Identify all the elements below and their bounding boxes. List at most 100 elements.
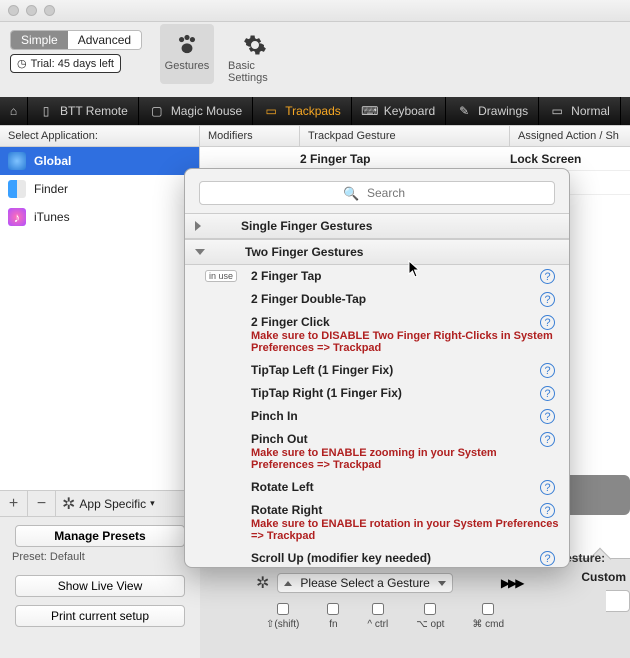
gesture-item-pinch-in[interactable]: Pinch In ? [185, 405, 569, 428]
print-setup-button[interactable]: Print current setup [15, 605, 185, 627]
add-app-button[interactable]: + [0, 491, 28, 516]
tab-trackpads-label: Trackpads [285, 104, 341, 118]
traffic-minimize[interactable] [26, 5, 37, 16]
traffic-zoom[interactable] [44, 5, 55, 16]
right-panel-shadow [564, 475, 630, 515]
gesture-item-2finger-dbltap[interactable]: 2 Finger Double-Tap ? [185, 288, 569, 311]
trial-badge[interactable]: ◷ Trial: 45 days left [10, 54, 121, 73]
gesture-title: Rotate Right [251, 503, 559, 517]
help-icon[interactable]: ? [540, 363, 555, 378]
mod-fn-checkbox[interactable] [327, 603, 339, 615]
gesture-item-scroll-up[interactable]: Scroll Up (modifier key needed) ? [185, 547, 569, 568]
mode-simple[interactable]: Simple [11, 31, 68, 49]
tab-magic-label: Magic Mouse [171, 104, 242, 118]
mod-ctrl-checkbox[interactable] [372, 603, 384, 615]
gesture-title: 2 Finger Double-Tap [251, 292, 559, 306]
window-titlebar [0, 0, 630, 22]
custom-input[interactable] [606, 590, 630, 612]
paw-icon [172, 30, 202, 60]
group-two-finger[interactable]: Two Finger Gestures [185, 239, 569, 265]
gesture-item-pinch-out[interactable]: Pinch Out Make sure to ENABLE zooming in… [185, 428, 569, 476]
help-icon[interactable]: ? [540, 432, 555, 447]
col-select-app: Select Application: [0, 126, 200, 146]
cursor-icon: ▭ [549, 103, 565, 119]
mode-segmented[interactable]: Simple Advanced [10, 30, 142, 50]
help-icon[interactable]: ? [540, 315, 555, 330]
phone-icon: ▯ [38, 103, 54, 119]
manage-presets-button[interactable]: Manage Presets [15, 525, 185, 547]
group-single-finger[interactable]: Single Finger Gestures [185, 213, 569, 239]
gesture-title: Rotate Left [251, 480, 559, 494]
trial-text: Trial: 45 days left [31, 58, 114, 70]
gesture-item-2finger-click[interactable]: 2 Finger Click Make sure to DISABLE Two … [185, 311, 569, 359]
help-icon[interactable]: ? [540, 269, 555, 284]
mod-cmd-checkbox[interactable] [482, 603, 494, 615]
custom-label: Custom [581, 570, 626, 584]
gesture-item-tiptap-left[interactable]: TipTap Left (1 Finger Fix) ? [185, 359, 569, 382]
remove-app-button[interactable]: − [28, 491, 56, 516]
search-input[interactable] [199, 181, 555, 205]
help-icon[interactable]: ? [540, 503, 555, 518]
sidebar-item-global[interactable]: Global [0, 147, 199, 175]
disclosure-right-icon [195, 221, 201, 231]
tab-keyboard-label: Keyboard [384, 104, 435, 118]
group-two-label: Two Finger Gestures [245, 245, 363, 259]
gesture-title: 2 Finger Tap [251, 269, 559, 283]
gesture-list[interactable]: in use 2 Finger Tap ? 2 Finger Double-Ta… [185, 265, 569, 568]
gesture-item-tiptap-right[interactable]: TipTap Right (1 Finger Fix) ? [185, 382, 569, 405]
row-action: Lock Screen [510, 152, 630, 166]
help-icon[interactable]: ? [540, 551, 555, 566]
sidebar-item-itunes[interactable]: ♪ iTunes [0, 203, 199, 231]
tab-normal[interactable]: ▭ Normal [539, 97, 621, 125]
gesture-item-rotate-right[interactable]: Rotate Right Make sure to ENABLE rotatio… [185, 499, 569, 547]
toolbar-area: Simple Advanced ◷ Trial: 45 days left Ge… [0, 22, 630, 97]
mod-fn-label: fn [329, 619, 337, 630]
toolbar-gestures-label: Gestures [165, 60, 210, 72]
group-single-label: Single Finger Gestures [241, 219, 372, 233]
gesture-item-rotate-left[interactable]: Rotate Left ? [185, 476, 569, 499]
mode-advanced[interactable]: Advanced [68, 31, 141, 49]
tab-drawings-label: Drawings [478, 104, 528, 118]
tab-normal-label: Normal [571, 104, 610, 118]
tab-wifi-icon[interactable]: ⌂ [0, 97, 28, 125]
show-live-view-button[interactable]: Show Live View [15, 575, 185, 597]
gear-icon[interactable]: ✲ [256, 573, 269, 593]
help-icon[interactable]: ? [540, 480, 555, 495]
gesture-title: Scroll Up (modifier key needed) [251, 551, 559, 565]
col-gesture[interactable]: Trackpad Gesture [300, 126, 510, 146]
help-icon[interactable]: ? [540, 409, 555, 424]
gesture-warning: Make sure to DISABLE Two Finger Right-Cl… [251, 330, 559, 354]
sidebar-footer: + − ✲ App Specific ▾ Manage Presets Pres… [0, 490, 200, 658]
gesture-title: Pinch Out [251, 432, 559, 446]
mod-shift-checkbox[interactable] [277, 603, 289, 615]
tab-btt-remote[interactable]: ▯ BTT Remote [28, 97, 139, 125]
mod-opt-checkbox[interactable] [424, 603, 436, 615]
gesture-title: Pinch In [251, 409, 559, 423]
sidebar-item-finder[interactable]: Finder [0, 175, 199, 203]
wifi-icon: ⌂ [10, 104, 17, 118]
mod-opt-label: ⌥ opt [416, 619, 444, 630]
gesture-title: TipTap Left (1 Finger Fix) [251, 363, 559, 377]
gesture-popover: 🔍 Single Finger Gestures Two Finger Gest… [184, 168, 570, 568]
finder-icon [8, 180, 26, 198]
traffic-close[interactable] [8, 5, 19, 16]
col-action[interactable]: Assigned Action / Sh [510, 126, 630, 146]
gear-icon: ✲ [62, 494, 75, 514]
trackpad-icon: ▭ [263, 103, 279, 119]
tab-trackpads[interactable]: ▭ Trackpads [253, 97, 352, 125]
app-specific-label: App Specific [79, 497, 146, 511]
col-modifiers[interactable]: Modifiers [200, 126, 300, 146]
globe-icon [8, 152, 26, 170]
help-icon[interactable]: ? [540, 292, 555, 307]
tab-keyboard[interactable]: ⌨ Keyboard [352, 97, 446, 125]
tab-remote-label: BTT Remote [60, 104, 128, 118]
gesture-select-dropdown[interactable]: Please Select a Gesture [277, 573, 452, 593]
gesture-item-2finger-tap[interactable]: in use 2 Finger Tap ? [185, 265, 569, 288]
tab-basic-settings[interactable]: Basic Settings [228, 24, 282, 84]
help-icon[interactable]: ? [540, 386, 555, 401]
tab-magic-mouse[interactable]: ▢ Magic Mouse [139, 97, 253, 125]
tab-drawings[interactable]: ✎ Drawings [446, 97, 539, 125]
tab-gestures-toolbar[interactable]: Gestures [160, 24, 214, 84]
gesture-warning: Make sure to ENABLE zooming in your Syst… [251, 447, 559, 471]
app-specific-dropdown[interactable]: ✲ App Specific ▾ [56, 494, 200, 514]
